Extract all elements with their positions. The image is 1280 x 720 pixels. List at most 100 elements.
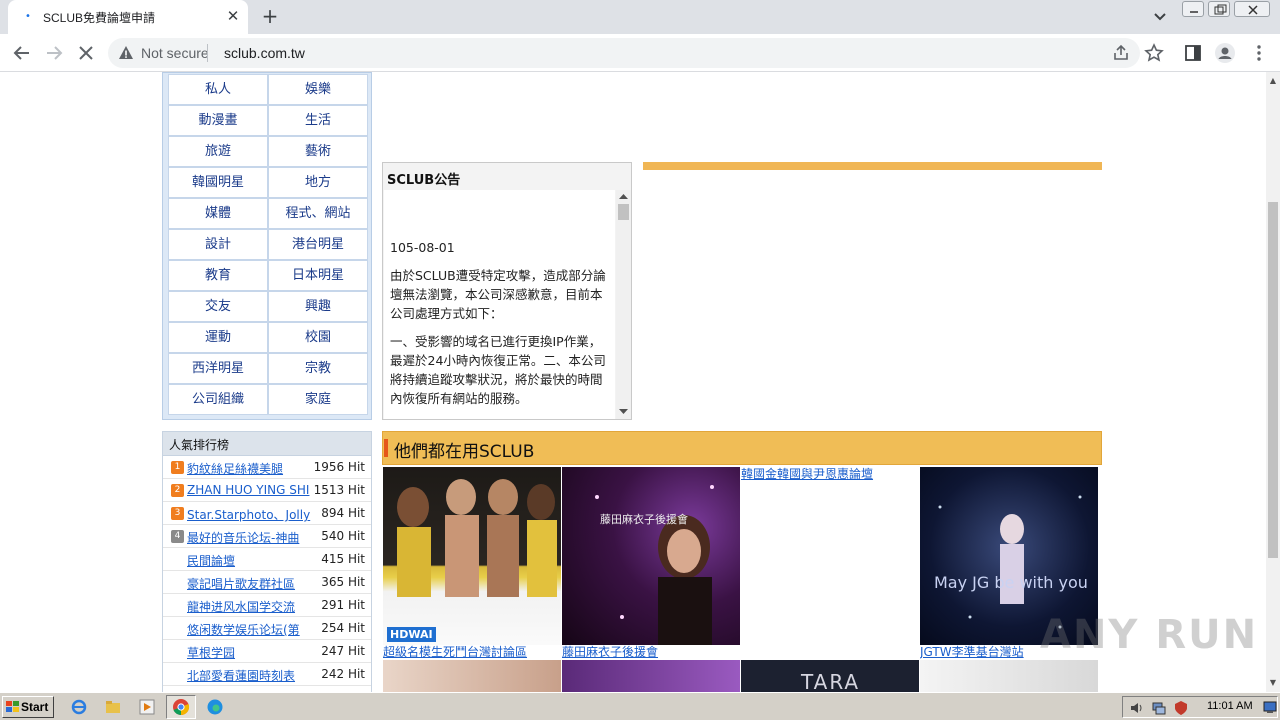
internet-explorer-icon[interactable] — [70, 698, 88, 716]
announcement-scrollbar[interactable] — [616, 190, 631, 419]
category-link[interactable]: 興趣 — [268, 291, 368, 322]
category-link[interactable]: 旅遊 — [168, 136, 268, 167]
scroll-up-arrow-icon[interactable] — [619, 193, 628, 200]
forward-icon[interactable] — [42, 41, 66, 65]
category-link[interactable]: 設計 — [168, 229, 268, 260]
show-desktop-icon[interactable] — [1263, 700, 1277, 714]
category-link[interactable]: 家庭 — [268, 384, 368, 415]
security-label[interactable]: Not secure — [141, 45, 209, 61]
ranking-forum-link[interactable]: 豹紋絲足絲襪美腿 — [187, 460, 312, 477]
category-link[interactable]: 西洋明星 — [168, 353, 268, 384]
chrome-task-button[interactable] — [166, 695, 196, 719]
category-link[interactable]: 運動 — [168, 322, 268, 353]
scroll-up-arrow-icon[interactable]: ▲ — [1269, 76, 1277, 85]
restore-button[interactable] — [1208, 1, 1230, 17]
scroll-down-arrow-icon[interactable] — [619, 408, 628, 415]
security-shield-icon[interactable] — [1173, 700, 1189, 716]
ranking-row: 龍神进风水国学交流 291 Hit — [163, 594, 371, 617]
ranking-hit-count: 1956 Hit — [313, 460, 365, 474]
category-link[interactable]: 韓國明星 — [168, 167, 268, 198]
category-link[interactable]: 私人 — [168, 74, 268, 105]
back-icon[interactable] — [10, 41, 34, 65]
banner-strip — [643, 162, 1102, 170]
category-link[interactable]: 校園 — [268, 322, 368, 353]
close-window-button[interactable] — [1234, 1, 1270, 17]
scroll-thumb[interactable] — [618, 204, 629, 220]
ranking-forum-link[interactable]: 民間論壇 — [187, 552, 312, 569]
file-explorer-icon[interactable] — [104, 698, 122, 716]
volume-icon[interactable] — [1129, 700, 1145, 716]
browser-tab[interactable]: • SCLUB免費論壇申請 ✕ — [8, 0, 248, 34]
ranking-forum-link[interactable]: 北部愛看蓮園時刻表 — [187, 667, 312, 684]
category-link[interactable]: 港台明星 — [268, 229, 368, 260]
stop-loading-icon[interactable] — [74, 41, 98, 65]
address-bar[interactable]: Not secure sclub.com.tw — [108, 38, 1140, 68]
category-link[interactable]: 宗教 — [268, 353, 368, 384]
more-menu-icon[interactable] — [1247, 41, 1271, 65]
category-link[interactable]: 娛樂 — [268, 74, 368, 105]
ranking-hit-count: 894 Hit — [321, 506, 365, 520]
category-link[interactable]: 教育 — [168, 260, 268, 291]
ranking-title: 人氣排行榜 — [163, 432, 371, 456]
category-link[interactable]: 媒體 — [168, 198, 268, 229]
ranking-forum-link[interactable]: ZHAN HUO YING SHI — [187, 483, 312, 497]
ranking-row: 1 豹紋絲足絲襪美腿 1956 Hit — [163, 456, 371, 479]
forum-thumbnail-partial[interactable] — [383, 660, 561, 692]
warning-icon[interactable] — [118, 45, 134, 61]
announcement-title: SCLUB公告 — [387, 173, 461, 188]
forum-link[interactable]: 藤田麻衣子後援會 — [562, 645, 740, 660]
forum-thumbnail-missing[interactable] — [741, 482, 919, 645]
forum-card[interactable]: 韓國金韓國與尹恩惠論壇 — [741, 467, 919, 645]
side-panel-icon[interactable] — [1181, 41, 1205, 65]
category-link[interactable]: 藝術 — [268, 136, 368, 167]
page-scroll-thumb[interactable] — [1268, 202, 1278, 558]
share-icon[interactable] — [1112, 44, 1130, 62]
edge-icon[interactable] — [206, 698, 224, 716]
ranking-hit-count: 291 Hit — [321, 598, 365, 612]
category-grid: 私人 娛樂 動漫畫 生活 旅遊 藝術 韓國明星 地方 媒體 程式、網站 設計 港台明星 教育 日本明星 交友… — [168, 74, 368, 415]
network-icon[interactable] — [1151, 700, 1167, 716]
page-scrollbar[interactable]: ▲ ▼ — [1266, 72, 1280, 692]
forum-thumbnail-partial[interactable]: TARA — [741, 660, 919, 692]
category-link[interactable]: 動漫畫 — [168, 105, 268, 136]
category-link[interactable]: 程式、網站 — [268, 198, 368, 229]
category-link[interactable]: 生活 — [268, 105, 368, 136]
start-button[interactable]: Start — [2, 696, 54, 718]
ranking-forum-link[interactable]: Star.Starphoto、Jolly — [187, 506, 312, 523]
forum-card[interactable]: HDWAI 超級名模生死鬥台灣討論區 — [383, 467, 561, 660]
category-link[interactable]: 公司組織 — [168, 384, 268, 415]
forum-thumbnail-partial[interactable] — [920, 660, 1098, 692]
system-clock[interactable]: 11:01 AM — [1207, 700, 1253, 712]
tab-search-icon[interactable] — [1150, 8, 1170, 26]
new-tab-button[interactable]: + — [258, 4, 282, 28]
ranking-forum-link[interactable]: 豪記唱片歌友群社區 — [187, 575, 312, 592]
forum-thumbnail-partial[interactable] — [562, 660, 740, 692]
ranking-forum-link[interactable]: 悠闲数学娱乐论坛(第 — [187, 621, 312, 638]
minimize-button[interactable] — [1182, 1, 1204, 17]
category-link[interactable]: 地方 — [268, 167, 368, 198]
forum-thumbnail[interactable]: HDWAI — [383, 467, 561, 645]
browser-toolbar: Not secure sclub.com.tw — [0, 34, 1280, 72]
windows-taskbar: Start 11:01 AM — [0, 692, 1280, 720]
ranking-forum-link[interactable]: 草根学园 — [187, 644, 312, 661]
ranking-hit-count: 1513 Hit — [313, 483, 365, 497]
scroll-down-arrow-icon[interactable]: ▼ — [1269, 678, 1277, 687]
rank-badge: 1 — [171, 461, 184, 474]
bookmark-star-icon[interactable] — [1142, 41, 1166, 65]
media-player-icon[interactable] — [138, 698, 156, 716]
forum-link[interactable]: 超級名模生死鬥台灣討論區 — [383, 645, 561, 660]
category-link[interactable]: 交友 — [168, 291, 268, 322]
category-link[interactable]: 日本明星 — [268, 260, 368, 291]
forum-card[interactable]: 藤田麻衣子後援會 藤田麻衣子後援會 — [562, 467, 740, 660]
ranking-forum-link[interactable]: 龍神进风水国学交流 — [187, 598, 312, 615]
close-tab-icon[interactable]: ✕ — [225, 8, 241, 24]
ranking-hit-count: 415 Hit — [321, 552, 365, 566]
profile-avatar-icon[interactable] — [1213, 41, 1237, 65]
forum-link[interactable]: 韓國金韓國與尹恩惠論壇 — [741, 467, 919, 482]
forum-thumbnail[interactable]: 藤田麻衣子後援會 — [562, 467, 740, 645]
announcement-body[interactable]: 105-08-01 由於SCLUB遭受特定攻擊，造成部分論壇無法瀏覽，本公司深感… — [384, 190, 615, 419]
ranking-forum-link[interactable]: 最好的音乐论坛-神曲 — [187, 529, 312, 546]
announcement-paragraph: 一、受影響的域名已進行更換IP作業，最遲於24小時內恢復正常。二、本公司將持續追… — [390, 334, 606, 406]
category-panel: 私人 娛樂 動漫畫 生活 旅遊 藝術 韓國明星 地方 媒體 程式、網站 設計 港台明星 教育 日本明星 交友… — [162, 72, 372, 420]
url-text[interactable]: sclub.com.tw — [224, 45, 305, 61]
